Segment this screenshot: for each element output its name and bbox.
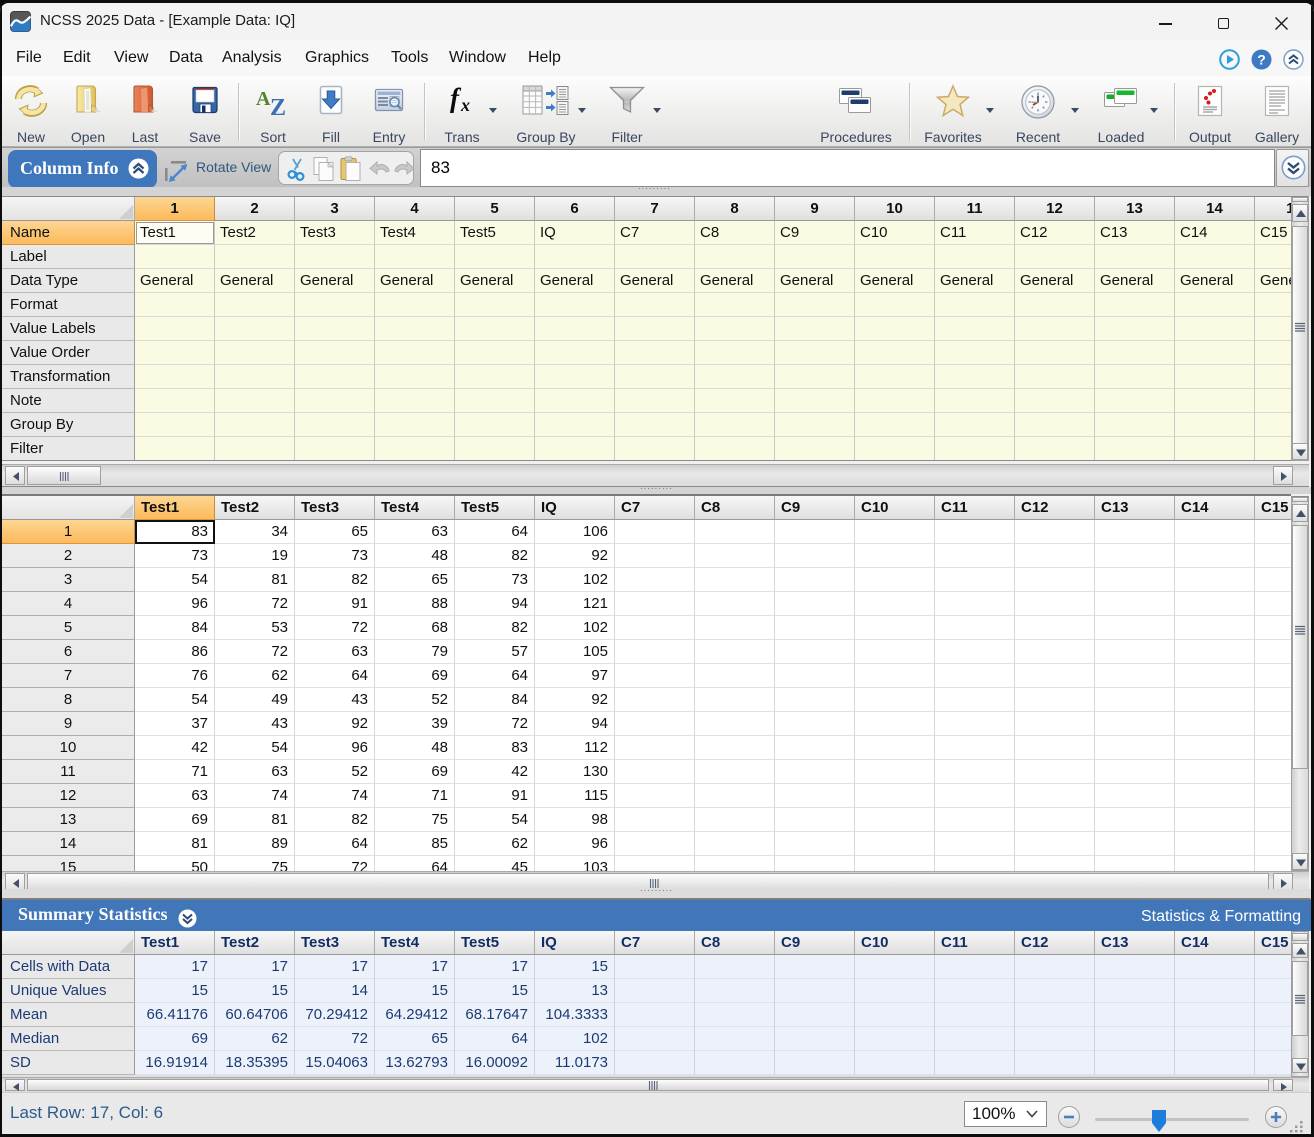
svg-text:A: A bbox=[256, 88, 271, 110]
svg-text:?: ? bbox=[1257, 51, 1266, 67]
svg-text:x: x bbox=[460, 95, 470, 115]
svg-text:Z: Z bbox=[270, 95, 286, 118]
